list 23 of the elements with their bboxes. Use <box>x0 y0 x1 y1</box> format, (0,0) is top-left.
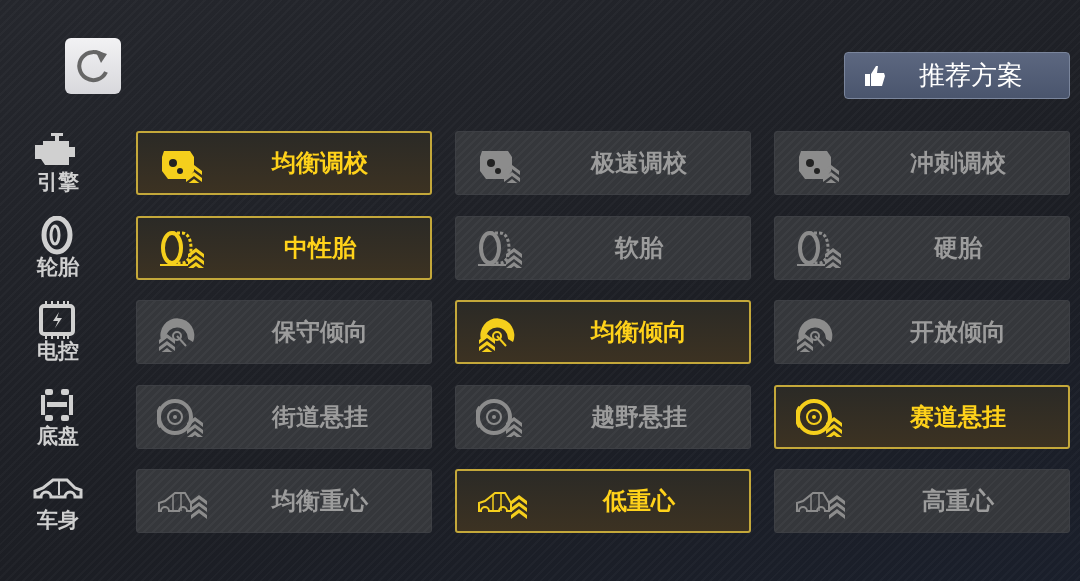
category-label[interactable]: 轮胎 <box>37 255 79 280</box>
category-label[interactable]: 电控 <box>37 340 79 364</box>
option-tile[interactable]: 均衡调校 <box>136 131 432 195</box>
option-tile[interactable]: 赛道悬挂 <box>774 384 1070 449</box>
option-tile[interactable]: 软胎 <box>455 215 751 280</box>
option-tile[interactable]: 硬胎 <box>774 215 1070 280</box>
category-label[interactable]: 引擎 <box>37 171 79 195</box>
option-tile[interactable]: 冲刺调校 <box>774 131 1070 195</box>
option-tile[interactable]: 开放倾向 <box>774 300 1070 364</box>
option-tile[interactable]: 中性胎 <box>136 215 432 280</box>
option-tile[interactable]: 极速调校 <box>455 131 751 195</box>
option-tile[interactable]: 均衡倾向 <box>455 300 751 364</box>
category-label[interactable]: 底盘 <box>37 424 79 449</box>
option-tile[interactable]: 越野悬挂 <box>455 384 751 449</box>
option-tile[interactable]: 高重心 <box>774 469 1070 533</box>
option-tile[interactable]: 街道悬挂 <box>136 384 432 449</box>
recommend-button[interactable]: 推荐方案 <box>844 52 1070 99</box>
thumbs-up-icon <box>863 63 887 88</box>
category-label[interactable]: 车身 <box>37 509 79 533</box>
option-tile[interactable]: 低重心 <box>455 469 751 533</box>
refresh-button[interactable] <box>65 38 121 94</box>
option-tile[interactable]: 均衡重心 <box>136 469 432 533</box>
option-tile[interactable]: 保守倾向 <box>136 300 432 364</box>
